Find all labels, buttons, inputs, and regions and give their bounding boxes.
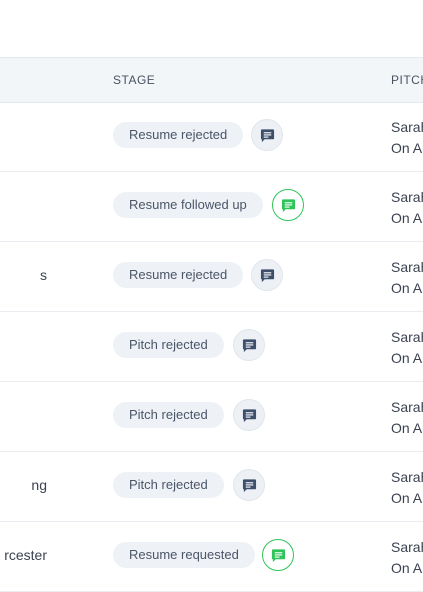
pitch-date: On Ap xyxy=(391,350,423,366)
pitch-cell: Sarah On Ap xyxy=(391,327,423,369)
table-row[interactable]: s Resume rejected Sarah On Ap xyxy=(0,241,423,312)
table-row[interactable]: Resume rejected Sarah On Ap xyxy=(0,101,423,172)
chat-bubble-icon xyxy=(271,548,285,562)
table-row[interactable]: ng Pitch rejected Sarah On Ap xyxy=(0,451,423,522)
chat-bubble-icon xyxy=(242,478,256,492)
pitch-cell: Sarah On Ap xyxy=(391,467,423,509)
table-row[interactable]: Pitch rejected Sarah On Ap xyxy=(0,381,423,452)
pitch-name: Sarah xyxy=(391,119,423,135)
stage-badge[interactable]: Pitch rejected xyxy=(113,472,224,498)
pitch-date: On Ap xyxy=(391,140,423,156)
row-title: ng xyxy=(31,477,47,493)
table-header: STAGE PITCH xyxy=(0,57,423,103)
chat-button[interactable] xyxy=(272,189,304,221)
pitch-cell: Sarah On Ap xyxy=(391,257,423,299)
table-row[interactable]: Resume followed up Sarah On Ap xyxy=(0,171,423,242)
chat-button[interactable] xyxy=(262,539,294,571)
stage-badge[interactable]: Resume rejected xyxy=(113,122,244,148)
pitch-date: On Ap xyxy=(391,210,423,226)
column-header-pitch[interactable]: PITCH xyxy=(391,73,423,87)
pitch-name: Sarah xyxy=(391,399,423,415)
chat-bubble-icon xyxy=(242,338,256,352)
chat-bubble-icon xyxy=(281,198,295,212)
chat-button[interactable] xyxy=(233,469,265,501)
stage-badge[interactable]: Resume rejected xyxy=(113,262,244,288)
pitch-name: Sarah xyxy=(391,259,423,275)
chat-button[interactable] xyxy=(251,259,283,291)
chat-bubble-icon xyxy=(260,128,274,142)
pitch-cell: Sarah On Ap xyxy=(391,117,423,159)
chat-bubble-icon xyxy=(242,408,256,422)
pitch-date: On Ap xyxy=(391,280,423,296)
chat-button[interactable] xyxy=(233,329,265,361)
pitch-date: On Ap xyxy=(391,560,423,576)
chat-button[interactable] xyxy=(251,119,283,151)
pitch-cell: Sarah On Ap xyxy=(391,397,423,439)
row-title: s xyxy=(40,267,47,283)
pitch-date: On Ap xyxy=(391,420,423,436)
stage-badge[interactable]: Pitch rejected xyxy=(113,332,224,358)
chat-bubble-icon xyxy=(260,268,274,282)
pitch-name: Sarah xyxy=(391,539,423,555)
pitch-name: Sarah xyxy=(391,189,423,205)
pitch-cell: Sarah On Ap xyxy=(391,187,423,229)
pitch-name: Sarah xyxy=(391,469,423,485)
stage-badge[interactable]: Pitch rejected xyxy=(113,402,224,428)
column-header-stage[interactable]: STAGE xyxy=(113,73,155,87)
pitch-cell: Sarah On Ap xyxy=(391,537,423,579)
stage-badge[interactable]: Resume followed up xyxy=(113,192,263,218)
chat-button[interactable] xyxy=(233,399,265,431)
stage-badge[interactable]: Resume requested xyxy=(113,542,255,568)
pitch-name: Sarah xyxy=(391,329,423,345)
row-title: rcester xyxy=(4,547,47,563)
table-row[interactable]: Pitch rejected Sarah On Ap xyxy=(0,311,423,382)
pitch-date: On Ap xyxy=(391,490,423,506)
table-row[interactable]: rcester Resume requested Sarah On Ap xyxy=(0,521,423,592)
